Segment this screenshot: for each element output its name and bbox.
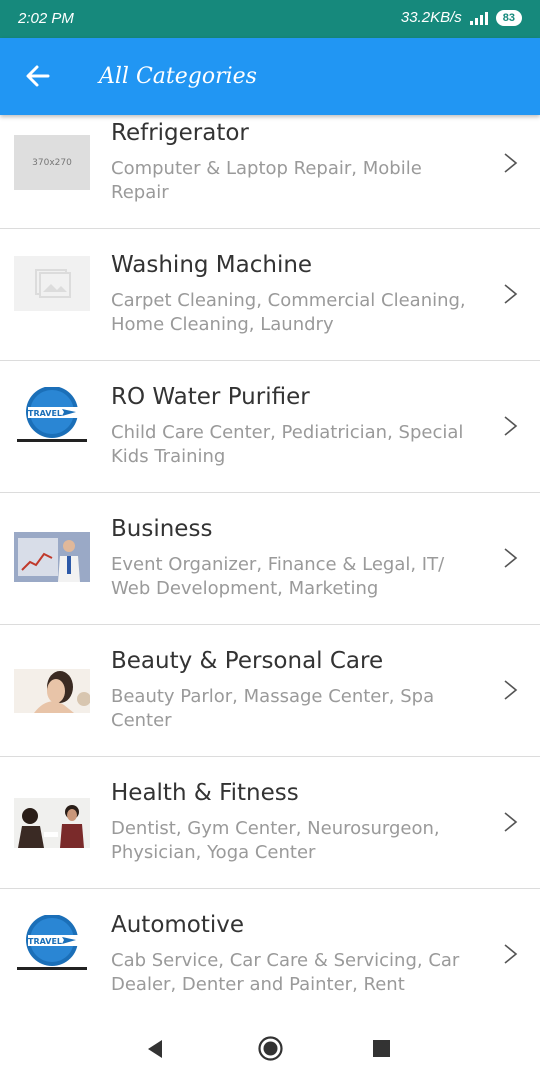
category-item[interactable]: 370x270 Refrigerator Computer & Laptop R… [0, 115, 540, 229]
category-item[interactable]: Health & Fitness Dentist, Gym Center, Ne… [0, 757, 540, 889]
category-services: Computer & Laptop Repair, Mobile Repair [111, 158, 422, 203]
travel-logo-text: TRAVEL [28, 409, 62, 418]
travel-logo-text: TRAVEL [28, 937, 62, 946]
category-item[interactable]: TRAVEL Automotive Cab Service, Car Care … [0, 889, 540, 1021]
back-triangle-icon[interactable] [146, 1039, 164, 1059]
category-name: RO Water Purifier [111, 384, 310, 410]
category-services: Carpet Cleaning, Commercial Cleaning, Ho… [111, 290, 466, 335]
category-item[interactable]: TRAVEL RO Water Purifier Child Care Cent… [0, 361, 540, 493]
chevron-right-icon [504, 284, 518, 304]
back-arrow-icon[interactable] [24, 62, 52, 90]
network-speed: 33.2KB/s [400, 9, 462, 26]
placeholder-thumbnail: 370x270 [14, 135, 90, 190]
chevron-right-icon [504, 416, 518, 436]
thumbnail-size-text: 370x270 [32, 157, 72, 168]
category-item[interactable]: Beauty & Personal Care Beauty Parlor, Ma… [0, 625, 540, 757]
category-item[interactable]: Washing Machine Carpet Cleaning, Commerc… [0, 229, 540, 361]
home-circle-icon[interactable] [258, 1036, 283, 1061]
chevron-right-icon [504, 944, 518, 964]
health-photo [14, 798, 90, 848]
category-name: Washing Machine [111, 252, 313, 278]
category-services: Beauty Parlor, Massage Center, Spa Cente… [111, 686, 435, 731]
category-name: Automotive [111, 912, 245, 938]
category-services: Cab Service, Car Care & Servicing, Car D… [111, 950, 460, 995]
category-item[interactable]: Business Event Organizer, Finance & Lega… [0, 493, 540, 625]
category-name: Refrigerator [111, 120, 249, 146]
app-bar: All Categories [0, 38, 540, 115]
category-name: Business [111, 516, 213, 542]
category-list: 370x270 Refrigerator Computer & Laptop R… [0, 115, 540, 1021]
page-title: All Categories [99, 64, 257, 89]
chevron-right-icon [504, 153, 518, 173]
signal-icon [469, 11, 488, 25]
beauty-photo [14, 669, 91, 713]
status-time: 2:02 PM [18, 10, 74, 27]
travel-logo: TRAVEL [14, 386, 90, 443]
business-photo [14, 532, 90, 582]
chevron-right-icon [504, 548, 518, 568]
battery-icon: 83 [495, 9, 522, 26]
category-services: Child Care Center, Pediatrician, Special… [111, 422, 464, 467]
system-nav-bar [0, 1015, 540, 1080]
category-name: Beauty & Personal Care [111, 648, 384, 674]
status-right: 33.2KB/s 83 [401, 9, 522, 26]
recents-square-icon[interactable] [373, 1040, 390, 1057]
travel-logo: TRAVEL [14, 914, 90, 971]
category-name: Health & Fitness [111, 780, 299, 806]
status-bar: 2:02 PM 33.2KB/s 83 [0, 0, 540, 38]
chevron-right-icon [504, 680, 518, 700]
category-services: Event Organizer, Finance & Legal, IT/ We… [111, 554, 445, 599]
image-placeholder-icon [14, 256, 90, 311]
chevron-right-icon [504, 812, 518, 832]
category-services: Dentist, Gym Center, Neurosurgeon, Physi… [111, 818, 440, 863]
